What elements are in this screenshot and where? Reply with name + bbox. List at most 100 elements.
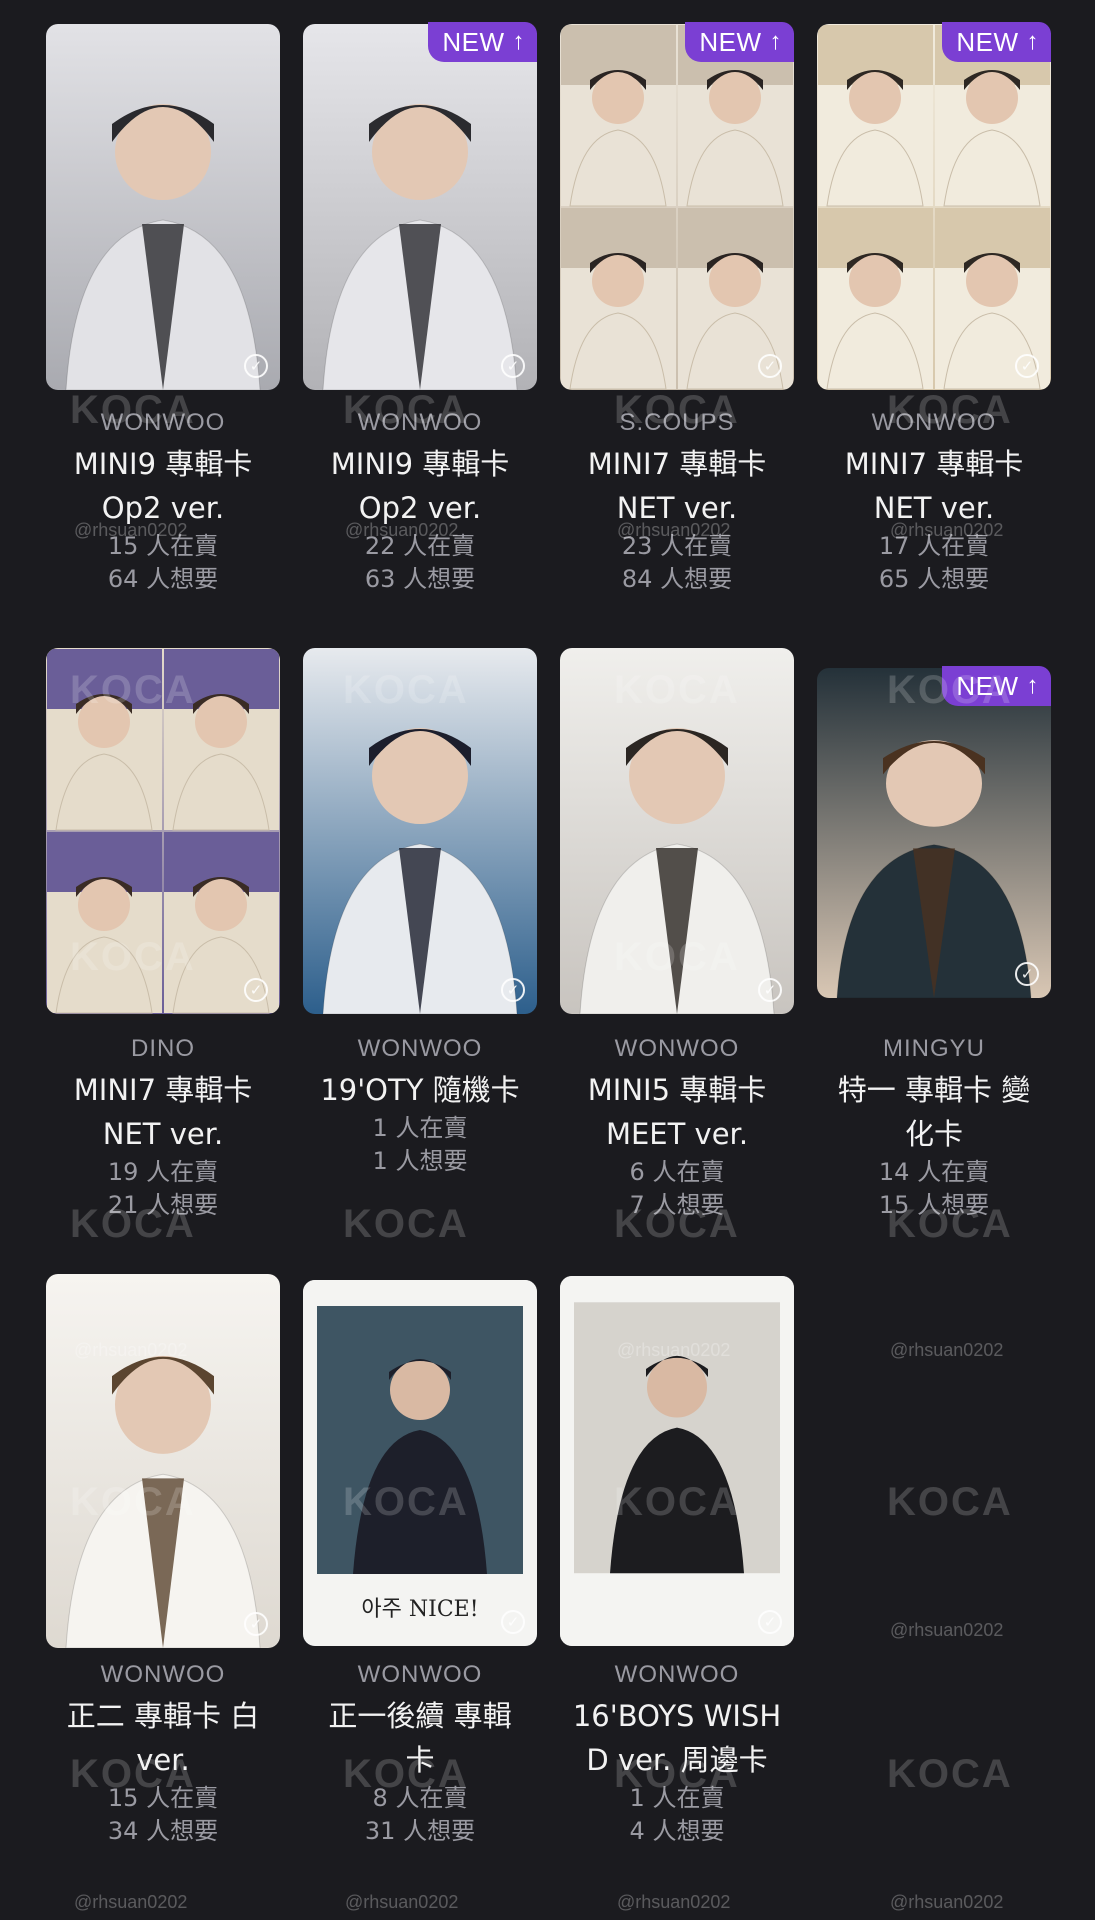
owned-check-icon[interactable]: ✓ — [244, 1612, 268, 1636]
wanting-count: 1 人想要 — [372, 1147, 468, 1175]
owned-check-icon[interactable]: ✓ — [758, 1610, 782, 1634]
selling-count: 23 人在賣 — [621, 532, 733, 560]
watermark-handle: @rhsuan0202 — [890, 1620, 1004, 1640]
member-name: WONWOO — [871, 409, 997, 436]
new-badge-label: NEW — [442, 26, 505, 57]
owned-check-icon[interactable]: ✓ — [1015, 354, 1039, 378]
owned-check-icon[interactable]: ✓ — [758, 978, 782, 1002]
new-badge-label: NEW — [956, 670, 1019, 701]
card-subtitle: 化卡 — [904, 1117, 963, 1151]
card-subtitle: NET ver. — [873, 491, 995, 525]
photocard-image[interactable] — [46, 24, 280, 390]
member-name: DINO — [131, 1035, 195, 1062]
card-title: MINI7 專輯卡 — [844, 447, 1024, 481]
member-name: WONWOO — [614, 1035, 740, 1062]
card-subtitle: D ver. 周邊卡 — [586, 1743, 768, 1777]
watermark-logo: KOCA — [887, 1752, 1013, 1796]
photocard-image[interactable] — [817, 24, 1051, 390]
selling-count: 14 人在賣 — [878, 1158, 990, 1186]
selling-count: 1 人在賣 — [629, 1784, 725, 1812]
watermark-logo: KOCA — [887, 1480, 1013, 1524]
photocard-info: S.COUPS MINI7 專輯卡 NET ver. 23 人在賣 84 人想要 — [540, 408, 814, 596]
owned-check-icon[interactable]: ✓ — [244, 354, 268, 378]
watermark-handle: @rhsuan0202 — [617, 1892, 731, 1912]
photocard-info: DINO MINI7 專輯卡 NET ver. 19 人在賣 21 人想要 — [26, 1034, 300, 1222]
selling-count: 19 人在賣 — [107, 1158, 219, 1186]
selling-count: 15 人在賣 — [107, 532, 219, 560]
photocard-info: MINGYU 特一 專輯卡 變化卡 14 人在賣 15 人想要 — [797, 1034, 1071, 1222]
card-title: 特一 專輯卡 變 — [837, 1073, 1031, 1107]
card-subtitle: Op2 ver. — [358, 491, 482, 525]
watermark-handle: @rhsuan0202 — [74, 1892, 188, 1912]
card-subtitle: MEET ver. — [605, 1117, 749, 1151]
photocard-image[interactable] — [560, 24, 794, 390]
member-name: WONWOO — [100, 409, 226, 436]
card-title: 正一後續 專輯 — [328, 1699, 512, 1733]
new-badge-label: NEW — [956, 26, 1019, 57]
wanting-count: 4 人想要 — [629, 1817, 725, 1845]
wanting-count: 21 人想要 — [107, 1191, 219, 1219]
photocard-info: WONWOO 16'BOYS WISH D ver. 周邊卡 1 人在賣 4 人想要 — [540, 1660, 814, 1848]
selling-count: 8 人在賣 — [372, 1784, 468, 1812]
arrow-up-icon: ↑ — [769, 28, 782, 55]
photocard-image[interactable] — [46, 1274, 280, 1648]
wanting-count: 7 人想要 — [629, 1191, 725, 1219]
watermark-handle: @rhsuan0202 — [345, 1892, 459, 1912]
photocard-image[interactable] — [817, 668, 1051, 998]
arrow-up-icon: ↑ — [1026, 28, 1039, 55]
wanting-count: 31 人想要 — [364, 1817, 476, 1845]
photocard-info: WONWOO MINI9 專輯卡 Op2 ver. 15 人在賣 64 人想要 — [26, 408, 300, 596]
wanting-count: 84 人想要 — [621, 565, 733, 593]
photocard-image[interactable]: 아주 NICE! — [303, 1280, 537, 1646]
photocard-image[interactable] — [46, 648, 280, 1014]
photocard-info: WONWOO 正二 專輯卡 白 ver. 15 人在賣 34 人想要 — [26, 1660, 300, 1848]
member-name: WONWOO — [357, 1035, 483, 1062]
photocard-info: WONWOO 正一後續 專輯卡 8 人在賣 31 人想要 — [283, 1660, 557, 1848]
watermark-handle: @rhsuan0202 — [890, 1340, 1004, 1360]
new-badge: NEW ↑ — [942, 22, 1051, 62]
photocard-info: WONWOO MINI5 專輯卡 MEET ver. 6 人在賣 7 人想要 — [540, 1034, 814, 1222]
member-name: WONWOO — [100, 1661, 226, 1688]
member-name: WONWOO — [614, 1661, 740, 1688]
arrow-up-icon: ↑ — [512, 28, 525, 55]
wanting-count: 34 人想要 — [107, 1817, 219, 1845]
card-subtitle: NET ver. — [616, 491, 738, 525]
photocard-image[interactable] — [303, 648, 537, 1014]
card-title: MINI5 專輯卡 — [587, 1073, 767, 1107]
polaroid-caption: 아주 NICE! — [361, 1597, 478, 1622]
photocard-info: WONWOO MINI9 專輯卡 Op2 ver. 22 人在賣 63 人想要 — [283, 408, 557, 596]
member-name: MINGYU — [883, 1035, 985, 1062]
card-title: MINI7 專輯卡 — [73, 1073, 253, 1107]
new-badge: NEW ↑ — [685, 22, 794, 62]
photocard-info: WONWOO MINI7 專輯卡 NET ver. 17 人在賣 65 人想要 — [797, 408, 1071, 596]
wanting-count: 63 人想要 — [364, 565, 476, 593]
member-name: WONWOO — [357, 1661, 483, 1688]
card-subtitle: NET ver. — [102, 1117, 224, 1151]
selling-count: 15 人在賣 — [107, 1784, 219, 1812]
owned-check-icon[interactable]: ✓ — [1015, 962, 1039, 986]
owned-check-icon[interactable]: ✓ — [501, 354, 525, 378]
arrow-up-icon: ↑ — [1026, 672, 1039, 699]
member-name: S.COUPS — [619, 409, 735, 436]
new-badge: NEW ↑ — [428, 22, 537, 62]
card-subtitle: 卡 — [405, 1743, 435, 1777]
watermark-logo: KOCA — [343, 1202, 469, 1246]
wanting-count: 65 人想要 — [878, 565, 990, 593]
owned-check-icon[interactable]: ✓ — [758, 354, 782, 378]
photocard-image[interactable] — [560, 648, 794, 1014]
wanting-count: 15 人想要 — [878, 1191, 990, 1219]
selling-count: 17 人在賣 — [878, 532, 990, 560]
photocard-image[interactable] — [303, 24, 537, 390]
card-title: MINI9 專輯卡 — [330, 447, 510, 481]
card-title: MINI9 專輯卡 — [73, 447, 253, 481]
selling-count: 1 人在賣 — [372, 1114, 468, 1142]
photocard-image[interactable] — [560, 1276, 794, 1646]
owned-check-icon[interactable]: ✓ — [501, 978, 525, 1002]
card-subtitle: ver. — [136, 1743, 190, 1777]
owned-check-icon[interactable]: ✓ — [501, 1610, 525, 1634]
photocard-info: WONWOO 19'OTY 隨機卡 1 人在賣 1 人想要 — [283, 1034, 557, 1178]
card-title: 16'BOYS WISH — [572, 1699, 782, 1733]
owned-check-icon[interactable]: ✓ — [244, 978, 268, 1002]
member-name: WONWOO — [357, 409, 483, 436]
watermark-handle: @rhsuan0202 — [890, 1892, 1004, 1912]
